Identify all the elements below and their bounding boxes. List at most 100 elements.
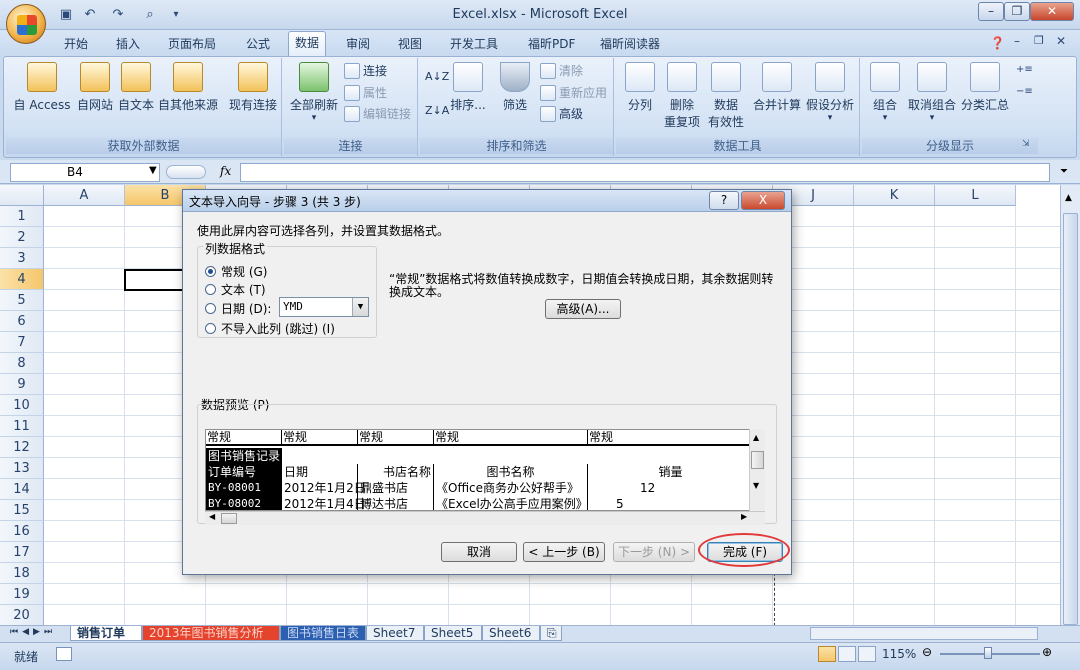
zoom-in-icon[interactable]: ⊕ bbox=[1042, 645, 1052, 659]
row-header-6[interactable]: 6 bbox=[0, 311, 44, 332]
tab-1[interactable]: 插入 bbox=[110, 34, 146, 54]
maximize-button[interactable]: ❐ bbox=[1004, 2, 1030, 21]
qat-dropdown-icon[interactable]: ▾ bbox=[168, 7, 184, 23]
from-other-sources-button[interactable]: 自其他来源 bbox=[156, 62, 220, 113]
row-header-9[interactable]: 9 bbox=[0, 374, 44, 395]
filter-button[interactable]: 筛选 bbox=[498, 62, 532, 113]
office-button[interactable] bbox=[6, 4, 46, 44]
normal-view-icon[interactable] bbox=[818, 646, 836, 662]
back-button[interactable]: < 上一步 (B) bbox=[523, 542, 605, 562]
clear-button[interactable]: 清除 bbox=[540, 62, 583, 79]
tab-5[interactable]: 审阅 bbox=[340, 34, 376, 54]
scroll-down-icon[interactable]: ▼ bbox=[753, 481, 759, 490]
horizontal-scrollbar[interactable] bbox=[810, 627, 1038, 640]
date-format-select[interactable]: YMD ▼ bbox=[279, 297, 369, 317]
sheet-tab-2[interactable]: 图书销售日表 bbox=[280, 626, 366, 641]
dialog-launcher-icon[interactable]: ⇲ bbox=[1022, 139, 1030, 149]
preview-hscroll-thumb[interactable] bbox=[221, 513, 237, 524]
zoom-level[interactable]: 115% bbox=[882, 647, 916, 661]
page-break-view-icon[interactable] bbox=[858, 646, 876, 662]
row-header-3[interactable]: 3 bbox=[0, 248, 44, 269]
scroll-up-icon[interactable]: ▲ bbox=[1065, 193, 1072, 203]
row-header-18[interactable]: 18 bbox=[0, 563, 44, 584]
from-web-button[interactable]: 自网站 bbox=[74, 62, 116, 113]
formula-cancel-icon[interactable] bbox=[166, 165, 206, 179]
preview-column-header[interactable]: 常规 bbox=[206, 430, 282, 446]
ungroup-button[interactable]: 取消组合 ▾ bbox=[906, 62, 958, 123]
radio-general-dot[interactable] bbox=[205, 266, 216, 277]
data-preview-table[interactable]: 常规 常规 常规 常规 常规 图书销售记录 订单编号 日期 书店名称 图书名称 销量 BY-08001… bbox=[205, 429, 765, 511]
radio-skip[interactable]: 不导入此列 (跳过) (I) bbox=[205, 320, 335, 337]
sheet-tab-5[interactable]: Sheet6 bbox=[482, 626, 540, 641]
close-window-button[interactable]: ✕ bbox=[1030, 2, 1074, 21]
radio-text[interactable]: 文本 (T) bbox=[205, 281, 266, 298]
sheet-nav-icon[interactable]: ⏮◀▶⏭ bbox=[10, 627, 56, 637]
tab-0[interactable]: 开始 bbox=[58, 34, 94, 54]
sort-za-icon[interactable]: Z↓A bbox=[425, 104, 449, 117]
refresh-all-button[interactable]: 全部刷新 ▾ bbox=[288, 62, 340, 123]
redo-icon[interactable]: ↷ bbox=[110, 7, 126, 23]
row-header-4[interactable]: 4 bbox=[0, 269, 44, 290]
hide-detail-icon[interactable]: −≡ bbox=[1016, 86, 1033, 97]
existing-connections-button[interactable]: 现有连接 bbox=[226, 62, 280, 113]
consolidate-button[interactable]: 合并计算 bbox=[752, 62, 802, 113]
insert-function-icon[interactable]: fx bbox=[220, 164, 231, 178]
cancel-button[interactable]: 取消 bbox=[441, 542, 517, 562]
sort-button[interactable]: 排序... bbox=[448, 62, 488, 113]
row-header-14[interactable]: 14 bbox=[0, 479, 44, 500]
tab-2[interactable]: 页面布局 bbox=[162, 34, 222, 54]
dialog-close-button[interactable]: X bbox=[741, 191, 785, 210]
print-preview-icon[interactable]: ⌕ bbox=[142, 7, 158, 23]
help-icon[interactable]: ❓ bbox=[990, 36, 1005, 50]
from-access-button[interactable]: 自 Access bbox=[10, 62, 74, 113]
row-header-17[interactable]: 17 bbox=[0, 542, 44, 563]
ribbon-close-icon[interactable]: ✕ bbox=[1056, 34, 1066, 48]
row-header-11[interactable]: 11 bbox=[0, 416, 44, 437]
edit-links-button[interactable]: 编辑链接 bbox=[344, 105, 411, 122]
column-header-a[interactable]: A bbox=[44, 185, 125, 206]
preview-column-header[interactable]: 常规 bbox=[282, 430, 358, 446]
properties-button[interactable]: 属性 bbox=[344, 84, 387, 101]
zoom-slider-thumb[interactable] bbox=[984, 647, 992, 659]
sort-az-icon[interactable]: A↓Z bbox=[425, 70, 449, 83]
row-header-1[interactable]: 1 bbox=[0, 206, 44, 227]
what-if-analysis-button[interactable]: 假设分析 ▾ bbox=[804, 62, 856, 123]
ribbon-restore-icon[interactable]: ❐ bbox=[1034, 34, 1044, 47]
connections-button[interactable]: 连接 bbox=[344, 62, 387, 79]
sheet-tab-1[interactable]: 2013年图书销售分析 bbox=[142, 626, 280, 641]
row-header-15[interactable]: 15 bbox=[0, 500, 44, 521]
tab-6[interactable]: 视图 bbox=[392, 34, 428, 54]
row-header-20[interactable]: 20 bbox=[0, 605, 44, 626]
row-header-2[interactable]: 2 bbox=[0, 227, 44, 248]
tab-7[interactable]: 开发工具 bbox=[444, 34, 504, 54]
advanced-button[interactable]: 高级(A)... bbox=[545, 299, 621, 319]
sheet-tab-4[interactable]: Sheet5 bbox=[424, 626, 482, 641]
next-button[interactable]: 下一步 (N) > bbox=[613, 542, 695, 562]
radio-date[interactable]: 日期 (D): bbox=[205, 300, 271, 317]
chevron-down-icon[interactable]: ▼ bbox=[352, 298, 368, 316]
row-header-7[interactable]: 7 bbox=[0, 332, 44, 353]
row-header-10[interactable]: 10 bbox=[0, 395, 44, 416]
row-header-12[interactable]: 12 bbox=[0, 437, 44, 458]
save-icon[interactable]: ▣ bbox=[58, 7, 74, 23]
preview-vscroll[interactable]: ▲ ▼ bbox=[749, 429, 765, 511]
name-box[interactable]: B4 bbox=[10, 163, 160, 182]
select-all-corner[interactable] bbox=[0, 185, 44, 206]
scroll-right-icon[interactable]: ▶ bbox=[741, 512, 747, 521]
subtotal-button[interactable]: 分类汇总 bbox=[960, 62, 1010, 113]
tab-3[interactable]: 公式 bbox=[240, 34, 276, 54]
macro-record-icon[interactable] bbox=[56, 647, 72, 661]
tab-9[interactable]: 福昕阅读器 bbox=[594, 34, 666, 54]
from-text-button[interactable]: 自文本 bbox=[116, 62, 156, 113]
preview-column-header[interactable]: 常规 bbox=[434, 430, 588, 446]
row-header-19[interactable]: 19 bbox=[0, 584, 44, 605]
group-button[interactable]: 组合 ▾ bbox=[868, 62, 902, 123]
radio-general[interactable]: 常规 (G) bbox=[205, 263, 267, 280]
preview-column-header[interactable]: 常规 bbox=[358, 430, 434, 446]
remove-duplicates-button[interactable]: 删除 重复项 bbox=[660, 62, 704, 130]
column-header-l[interactable]: L bbox=[935, 185, 1016, 206]
row-header-13[interactable]: 13 bbox=[0, 458, 44, 479]
scroll-left-icon[interactable]: ◀ bbox=[209, 512, 215, 521]
column-header-k[interactable]: K bbox=[854, 185, 935, 206]
radio-text-dot[interactable] bbox=[205, 284, 216, 295]
